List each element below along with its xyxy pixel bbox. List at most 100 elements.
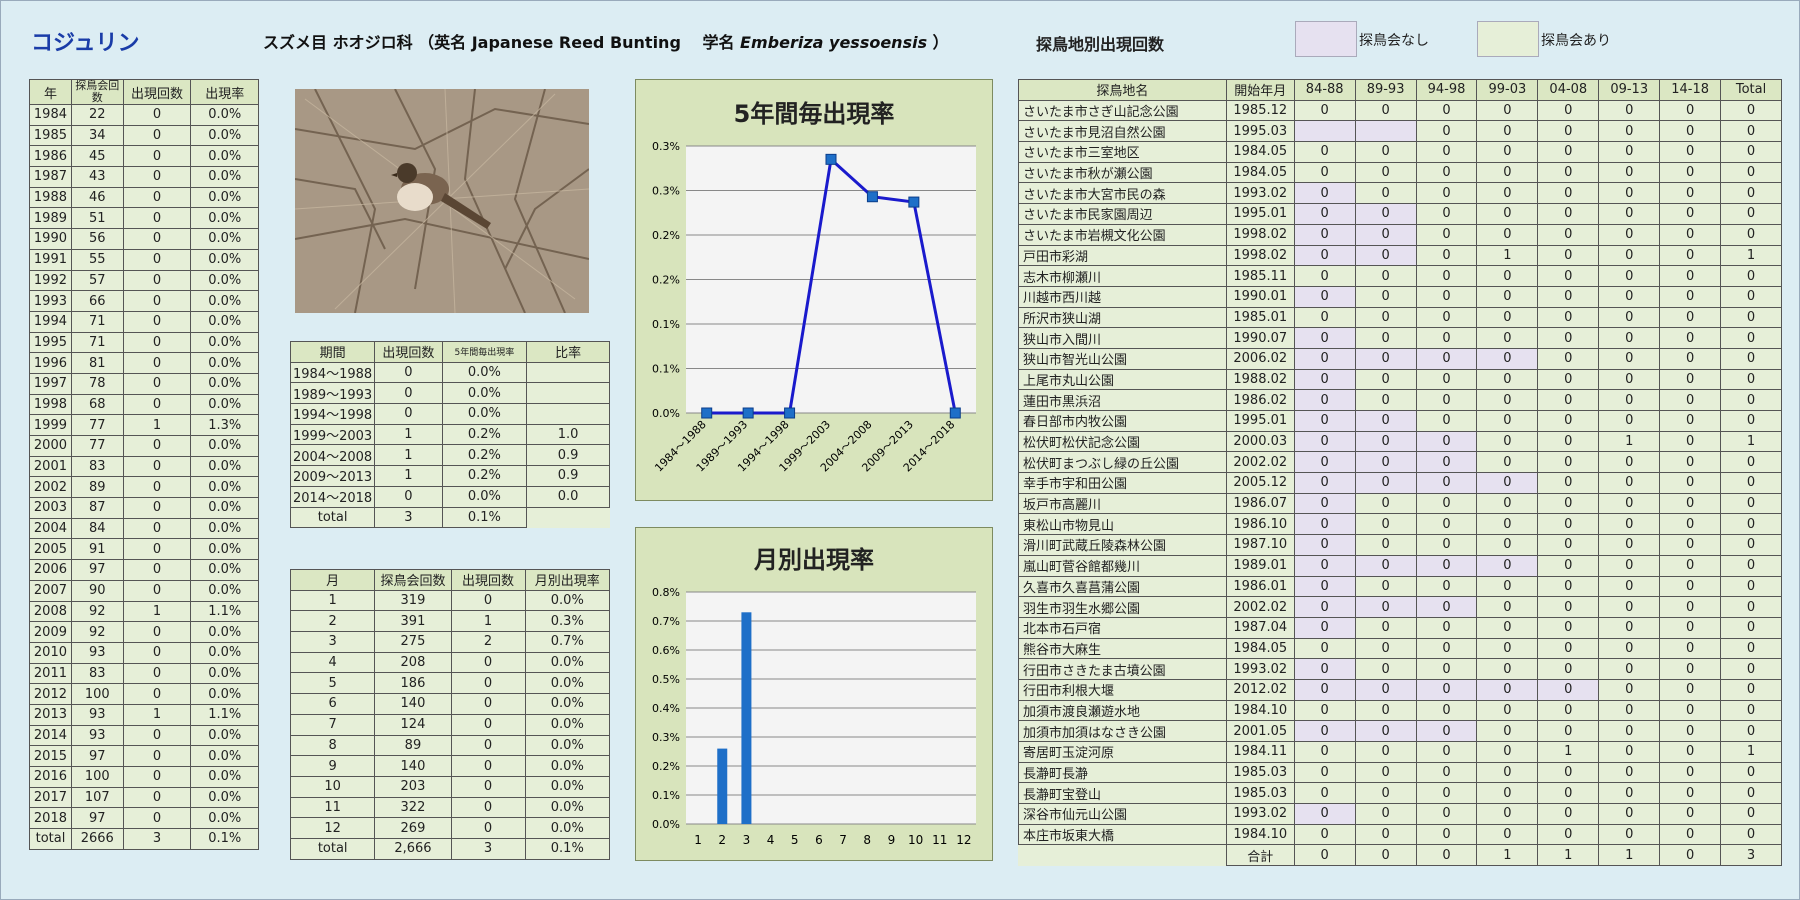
- period-total-empty: [527, 507, 610, 528]
- location-count: 0: [1659, 782, 1722, 805]
- location-name: 狭山市智光山公園: [1018, 347, 1227, 370]
- month-cell: 2: [289, 610, 376, 633]
- location-count: 0: [1598, 347, 1661, 370]
- location-table-header: 99-03: [1476, 79, 1539, 101]
- location-count: 0: [1354, 513, 1417, 536]
- location-name: 行田市利根大堰: [1018, 678, 1227, 701]
- month-row: 4 208 0 0.0%: [289, 651, 611, 674]
- location-count: 0: [1659, 658, 1722, 680]
- location-total-cell: 1: [1537, 844, 1600, 867]
- year-cell: 68: [70, 393, 124, 416]
- location-count: 0: [1659, 472, 1722, 494]
- location-table-header: 09-13: [1598, 79, 1661, 101]
- location-count: 0: [1537, 513, 1600, 536]
- location-count: 0: [1476, 265, 1539, 287]
- location-count: 0: [1659, 430, 1722, 453]
- location-count: 0: [1598, 306, 1661, 329]
- location-name: 寄居町玉淀河原: [1018, 741, 1227, 763]
- location-count: 0: [1720, 265, 1782, 287]
- location-count: 0: [1415, 596, 1478, 618]
- year-cell: 1: [122, 703, 192, 726]
- year-cell: 0.0%: [190, 724, 259, 747]
- month-cell: 391: [374, 610, 452, 633]
- location-count: 0: [1293, 244, 1356, 267]
- location-table-header: 89-93: [1354, 79, 1417, 101]
- location-count: 0: [1659, 223, 1722, 246]
- location-count: [1293, 120, 1356, 143]
- period-cell: 0.0%: [441, 403, 528, 425]
- location-count: 0: [1598, 699, 1661, 722]
- year-row: 1989 51 0 0.0%: [29, 207, 259, 230]
- location-count: 0: [1354, 616, 1417, 639]
- year-cell: 56: [70, 228, 124, 250]
- location-count: 0: [1598, 389, 1661, 411]
- period-cell: 0.0%: [441, 361, 528, 384]
- location-name: 志木市柳瀬川: [1018, 265, 1227, 287]
- location-count: 0: [1415, 99, 1478, 122]
- location-count: 0: [1415, 658, 1478, 680]
- location-name: 坂戸市高麗川: [1018, 492, 1227, 515]
- location-count: 0: [1415, 306, 1478, 329]
- year-cell: 0.0%: [190, 186, 259, 209]
- location-row: 久喜市久喜菖蒲公園 1986.01 0 0 0 0 0 0 0 0: [1018, 575, 1782, 598]
- location-count: 0: [1354, 472, 1417, 494]
- location-table-header: 84-88: [1293, 79, 1356, 101]
- location-count: 0: [1659, 182, 1722, 205]
- location-start: 1984.05: [1225, 161, 1295, 184]
- year-cell: 0: [122, 807, 192, 830]
- year-row: 1995 71 0 0.0%: [29, 331, 259, 354]
- location-count: 0: [1537, 823, 1600, 846]
- location-count: 1: [1720, 244, 1782, 267]
- location-count: 0: [1354, 554, 1417, 577]
- location-count: 0: [1720, 368, 1782, 391]
- location-count: 0: [1659, 347, 1722, 370]
- location-count: 0: [1598, 534, 1661, 556]
- year-cell: 0: [122, 724, 192, 747]
- location-count: 0: [1537, 347, 1600, 370]
- year-cell: 2003: [29, 497, 72, 519]
- location-count: 0: [1476, 534, 1539, 556]
- location-row: 行田市さきたま古墳公園 1993.02 0 0 0 0 0 0 0 0: [1018, 658, 1782, 680]
- location-count: 0: [1293, 472, 1356, 494]
- year-cell: 0: [122, 145, 192, 168]
- location-count: 0: [1354, 678, 1417, 701]
- location-count: 0: [1293, 347, 1356, 370]
- location-name: さいたま市さぎ山記念公園: [1018, 99, 1227, 122]
- location-count: 0: [1354, 451, 1417, 474]
- location-count: 0: [1293, 285, 1356, 308]
- year-cell: 0.0%: [190, 641, 259, 664]
- year-row: 2003 87 0 0.0%: [29, 497, 259, 519]
- year-cell: 0: [122, 662, 192, 685]
- location-row: 戸田市彩湖 1998.02 0 0 0 1 0 0 0 1: [1018, 244, 1782, 267]
- location-count: 0: [1537, 596, 1600, 618]
- location-count: 0: [1354, 823, 1417, 846]
- period-cell: 0: [374, 382, 443, 405]
- location-count: 0: [1476, 182, 1539, 205]
- location-count: 0: [1659, 99, 1722, 122]
- month-cell: 3: [450, 837, 526, 860]
- year-cell: 45: [70, 145, 124, 168]
- month-table-header: 月: [289, 569, 376, 591]
- location-count: 0: [1476, 410, 1539, 432]
- location-start: 2005.12: [1225, 472, 1295, 494]
- year-cell: 0.0%: [190, 228, 259, 250]
- location-total-cell: 1: [1598, 844, 1661, 867]
- month-cell: total: [289, 837, 376, 860]
- bar-xtick-label: 3: [743, 833, 751, 847]
- line-point: [866, 191, 878, 203]
- location-start: 1985.12: [1225, 99, 1295, 122]
- year-cell: 0.0%: [190, 766, 259, 788]
- year-cell: 0: [122, 683, 192, 705]
- location-count: 0: [1537, 430, 1600, 453]
- location-count: 0: [1415, 203, 1478, 225]
- location-row: さいたま市三室地区 1984.05 0 0 0 0 0 0 0 0: [1018, 141, 1782, 163]
- location-count: 0: [1415, 823, 1478, 846]
- location-count: 0: [1720, 616, 1782, 639]
- period-cell: 1994～1998: [289, 403, 376, 425]
- year-cell: total: [29, 828, 72, 850]
- location-count: 0: [1659, 244, 1722, 267]
- location-start: 1985.01: [1225, 306, 1295, 329]
- location-count: 0: [1415, 451, 1478, 474]
- legend-swatch-none: [1295, 21, 1357, 57]
- year-cell: 0.0%: [190, 352, 259, 374]
